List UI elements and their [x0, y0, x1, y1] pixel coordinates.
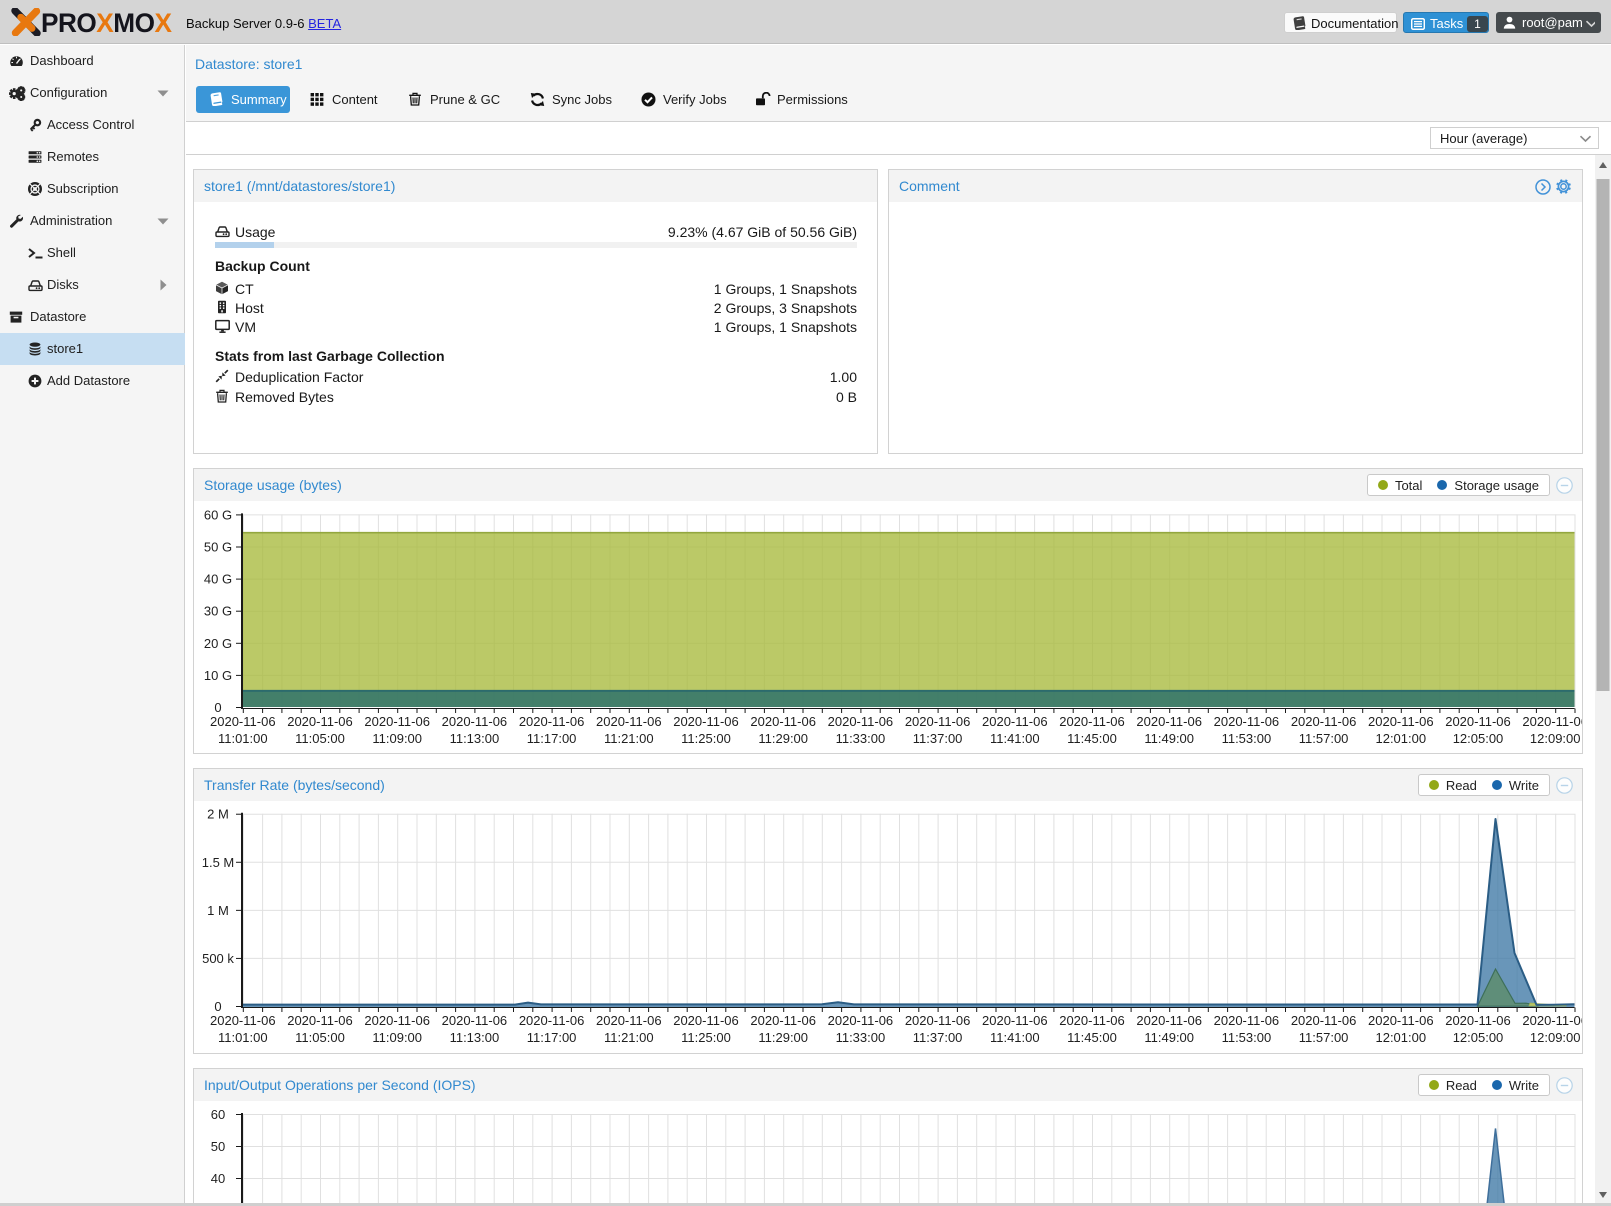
- svg-text:12:01:00: 12:01:00: [1375, 1030, 1426, 1045]
- svg-text:2 M: 2 M: [207, 807, 229, 822]
- svg-text:2020-11-06: 2020-11-06: [519, 1013, 585, 1028]
- svg-text:11:53:00: 11:53:00: [1222, 731, 1272, 746]
- svg-text:2020-11-06: 2020-11-06: [905, 1013, 971, 1028]
- svg-text:1.5 M: 1.5 M: [202, 855, 235, 870]
- svg-text:12:09:00: 12:09:00: [1530, 1030, 1581, 1045]
- svg-text:11:33:00: 11:33:00: [836, 731, 886, 746]
- svg-text:11:57:00: 11:57:00: [1299, 1030, 1349, 1045]
- svg-text:11:41:00: 11:41:00: [990, 731, 1040, 746]
- svg-text:11:17:00: 11:17:00: [527, 1030, 577, 1045]
- svg-text:11:41:00: 11:41:00: [990, 1030, 1040, 1045]
- svg-text:11:29:00: 11:29:00: [758, 1030, 808, 1045]
- svg-text:11:13:00: 11:13:00: [450, 731, 500, 746]
- svg-text:2020-11-06: 2020-11-06: [210, 714, 276, 729]
- svg-text:2020-11-06: 2020-11-06: [519, 714, 585, 729]
- svg-text:11:21:00: 11:21:00: [604, 1030, 654, 1045]
- svg-text:2020-11-06: 2020-11-06: [364, 1013, 430, 1028]
- svg-text:11:37:00: 11:37:00: [913, 1030, 963, 1045]
- svg-text:60 G: 60 G: [204, 507, 232, 522]
- svg-text:500 k: 500 k: [202, 951, 234, 966]
- svg-text:2020-11-06: 2020-11-06: [287, 1013, 353, 1028]
- svg-text:2020-11-06: 2020-11-06: [1445, 714, 1511, 729]
- svg-text:11:45:00: 11:45:00: [1067, 1030, 1117, 1045]
- svg-text:2020-11-06: 2020-11-06: [1522, 714, 1582, 729]
- svg-text:2020-11-06: 2020-11-06: [596, 714, 662, 729]
- svg-text:12:01:00: 12:01:00: [1375, 731, 1426, 746]
- svg-text:11:53:00: 11:53:00: [1222, 1030, 1272, 1045]
- svg-text:2020-11-06: 2020-11-06: [1059, 1013, 1125, 1028]
- svg-text:11:21:00: 11:21:00: [604, 731, 654, 746]
- svg-text:2020-11-06: 2020-11-06: [364, 714, 430, 729]
- svg-text:2020-11-06: 2020-11-06: [982, 714, 1048, 729]
- svg-text:12:05:00: 12:05:00: [1453, 731, 1504, 746]
- svg-text:2020-11-06: 2020-11-06: [1214, 714, 1280, 729]
- svg-text:11:25:00: 11:25:00: [681, 731, 731, 746]
- svg-text:40: 40: [211, 1171, 225, 1186]
- svg-text:20 G: 20 G: [204, 636, 232, 651]
- svg-text:2020-11-06: 2020-11-06: [1136, 714, 1202, 729]
- svg-text:2020-11-06: 2020-11-06: [1059, 714, 1125, 729]
- svg-text:50 G: 50 G: [204, 540, 232, 555]
- svg-text:11:01:00: 11:01:00: [218, 1030, 268, 1045]
- svg-text:2020-11-06: 2020-11-06: [596, 1013, 662, 1028]
- svg-text:12:05:00: 12:05:00: [1453, 1030, 1504, 1045]
- svg-text:11:49:00: 11:49:00: [1144, 731, 1194, 746]
- svg-text:0: 0: [214, 999, 221, 1014]
- svg-text:11:29:00: 11:29:00: [758, 731, 808, 746]
- svg-text:11:49:00: 11:49:00: [1144, 1030, 1194, 1045]
- svg-text:2020-11-06: 2020-11-06: [287, 714, 353, 729]
- svg-text:12:09:00: 12:09:00: [1530, 731, 1581, 746]
- svg-text:11:25:00: 11:25:00: [681, 1030, 731, 1045]
- svg-text:11:09:00: 11:09:00: [372, 1030, 422, 1045]
- svg-text:2020-11-06: 2020-11-06: [1291, 714, 1357, 729]
- svg-text:2020-11-06: 2020-11-06: [442, 714, 508, 729]
- svg-text:2020-11-06: 2020-11-06: [750, 1013, 816, 1028]
- svg-text:2020-11-06: 2020-11-06: [905, 714, 971, 729]
- svg-text:2020-11-06: 2020-11-06: [828, 1013, 894, 1028]
- svg-text:30 G: 30 G: [204, 604, 232, 619]
- svg-text:50: 50: [211, 1139, 225, 1154]
- svg-text:2020-11-06: 2020-11-06: [442, 1013, 508, 1028]
- svg-text:2020-11-06: 2020-11-06: [1368, 714, 1434, 729]
- svg-text:11:33:00: 11:33:00: [836, 1030, 886, 1045]
- svg-text:11:17:00: 11:17:00: [527, 731, 577, 746]
- svg-text:0: 0: [214, 700, 221, 715]
- svg-text:2020-11-06: 2020-11-06: [828, 714, 894, 729]
- svg-text:11:01:00: 11:01:00: [218, 731, 268, 746]
- svg-text:2020-11-06: 2020-11-06: [1445, 1013, 1511, 1028]
- svg-text:1 M: 1 M: [207, 903, 229, 918]
- svg-text:2020-11-06: 2020-11-06: [750, 714, 816, 729]
- svg-text:11:09:00: 11:09:00: [372, 731, 422, 746]
- svg-text:11:05:00: 11:05:00: [295, 1030, 345, 1045]
- svg-text:2020-11-06: 2020-11-06: [982, 1013, 1048, 1028]
- svg-text:10 G: 10 G: [204, 668, 232, 683]
- svg-text:2020-11-06: 2020-11-06: [1214, 1013, 1280, 1028]
- svg-text:2020-11-06: 2020-11-06: [673, 1013, 739, 1028]
- svg-text:11:05:00: 11:05:00: [295, 731, 345, 746]
- svg-text:11:37:00: 11:37:00: [913, 731, 963, 746]
- svg-text:11:13:00: 11:13:00: [450, 1030, 500, 1045]
- svg-text:60: 60: [211, 1107, 225, 1122]
- svg-text:11:57:00: 11:57:00: [1299, 731, 1349, 746]
- svg-text:2020-11-06: 2020-11-06: [210, 1013, 276, 1028]
- svg-text:2020-11-06: 2020-11-06: [1522, 1013, 1582, 1028]
- svg-text:2020-11-06: 2020-11-06: [1368, 1013, 1434, 1028]
- svg-text:2020-11-06: 2020-11-06: [673, 714, 739, 729]
- svg-text:11:45:00: 11:45:00: [1067, 731, 1117, 746]
- svg-text:40 G: 40 G: [204, 572, 232, 587]
- svg-text:2020-11-06: 2020-11-06: [1136, 1013, 1202, 1028]
- svg-text:2020-11-06: 2020-11-06: [1291, 1013, 1357, 1028]
